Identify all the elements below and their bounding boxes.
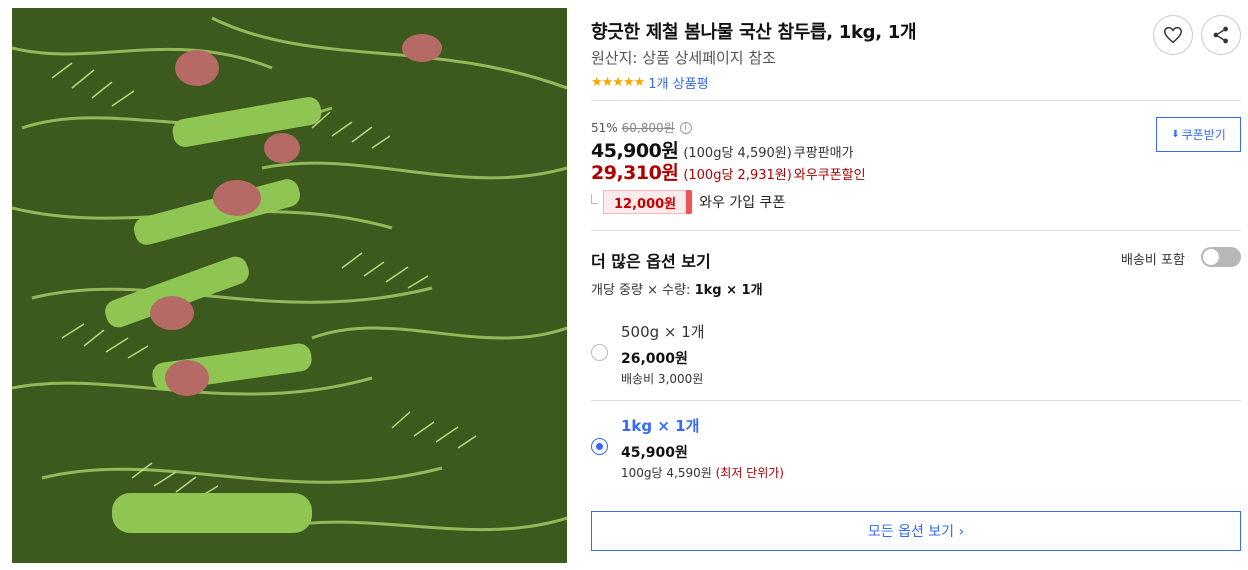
option-item[interactable]: 500g × 1개 26,000원 배송비 3,000원 bbox=[591, 318, 1241, 400]
coupon-description: 와우 가입 쿠폰 bbox=[699, 195, 786, 211]
discount-row: 51% 60,800원 i bbox=[591, 119, 692, 136]
wow-unit-price: (100g당 2,931원) bbox=[683, 168, 792, 183]
more-options-title: 더 많은 옵션 보기 bbox=[591, 252, 711, 271]
heart-icon bbox=[1164, 26, 1182, 44]
option-name: 500g × 1개 bbox=[621, 323, 705, 341]
coupon-button-label: 쿠폰받기 bbox=[1181, 128, 1226, 142]
share-icon bbox=[1213, 26, 1228, 44]
favorite-button[interactable] bbox=[1153, 15, 1193, 55]
lowest-unit-note: (최저 단위가) bbox=[715, 466, 784, 480]
option-unit-price-text: 100g당 4,590원 bbox=[621, 466, 712, 480]
attribute-prefix: 개당 중량 × 수량: bbox=[591, 283, 691, 298]
option-item-selected[interactable]: 1kg × 1개 45,900원 100g당 4,590원 (최저 단위가) bbox=[591, 412, 1241, 492]
fresh-aralia-shoots-photo bbox=[12, 8, 567, 563]
divider bbox=[591, 400, 1241, 401]
option-radio[interactable] bbox=[591, 344, 608, 361]
corner-indent bbox=[591, 194, 598, 204]
coupon-amount-badge: 12,000원 bbox=[603, 190, 693, 214]
star-rating-icon: ★★★★★ bbox=[591, 75, 645, 90]
option-price: 26,000원 bbox=[621, 351, 688, 367]
option-radio-checked[interactable] bbox=[591, 438, 608, 455]
option-unit-price: 100g당 4,590원 (최저 단위가) bbox=[621, 464, 784, 481]
option-price: 45,900원 bbox=[621, 445, 688, 461]
divider bbox=[591, 100, 1241, 101]
toggle-knob bbox=[1203, 249, 1219, 265]
product-title: 향긋한 제철 봄나물 국산 참두릅, 1kg, 1개 bbox=[591, 22, 917, 43]
download-icon: ⬇ bbox=[1171, 129, 1180, 140]
product-image[interactable] bbox=[12, 8, 567, 563]
product-info-panel: 향긋한 제철 봄나물 국산 참두릅, 1kg, 1개 원산지: 상품 상세페이지… bbox=[591, 0, 1241, 570]
original-price: 60,800원 bbox=[621, 121, 675, 135]
share-button[interactable] bbox=[1201, 15, 1241, 55]
wow-coupon-row: 12,000원 와우 가입 쿠폰 bbox=[591, 190, 785, 214]
rating-row: ★★★★★ 1개 상품평 bbox=[591, 73, 709, 92]
option-shipping-fee: 배송비 3,000원 bbox=[621, 372, 704, 386]
origin-text: 원산지: 상품 상세페이지 참조 bbox=[591, 49, 776, 67]
wow-price-label: 와우쿠폰할인 bbox=[793, 168, 866, 183]
all-options-button[interactable]: 모든 옵션 보기 › bbox=[591, 511, 1241, 551]
divider bbox=[591, 230, 1241, 231]
shipping-toggle-label: 배송비 포함 bbox=[1121, 253, 1185, 268]
info-icon[interactable]: i bbox=[679, 121, 692, 134]
review-count-link[interactable]: 1개 상품평 bbox=[648, 73, 708, 92]
discount-rate: 51% bbox=[591, 120, 618, 135]
option-name: 1kg × 1개 bbox=[621, 417, 700, 435]
wow-price-row: 29,310원 (100g당 2,931원) 와우쿠폰할인 bbox=[591, 158, 866, 185]
option-attribute-line: 개당 중량 × 수량: 1kg × 1개 bbox=[591, 279, 763, 298]
shipping-include-toggle[interactable] bbox=[1201, 247, 1241, 267]
wow-price: 29,310원 bbox=[591, 162, 679, 184]
coupon-download-button[interactable]: ⬇ 쿠폰받기 bbox=[1156, 117, 1241, 152]
attribute-value: 1kg × 1개 bbox=[694, 283, 763, 298]
